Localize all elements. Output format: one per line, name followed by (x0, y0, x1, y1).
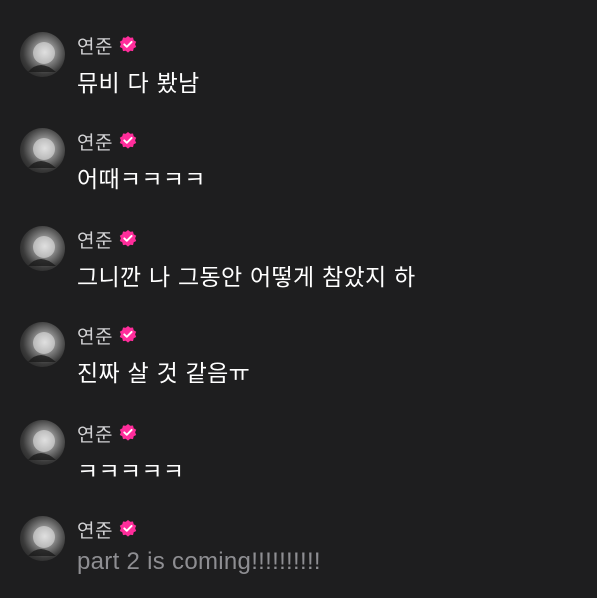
message-item: 연준 part 2 is coming!!!!!!!!!! (20, 516, 580, 596)
verified-badge-icon (119, 424, 137, 441)
author-name[interactable]: 연준 (77, 32, 113, 59)
profile-photo-icon (28, 430, 56, 460)
profile-photo-icon (28, 138, 56, 168)
avatar[interactable] (20, 516, 65, 561)
avatar[interactable] (20, 420, 65, 465)
avatar[interactable] (20, 226, 65, 271)
message-text: 어때ㅋㅋㅋㅋ (77, 167, 206, 193)
message-text: 진짜 살 것 같음ㅠ (77, 361, 251, 387)
profile-photo-icon (28, 42, 56, 72)
avatar[interactable] (20, 322, 65, 367)
profile-photo-icon (28, 332, 56, 362)
message-item: 연준 진짜 살 것 같음ㅠ (20, 322, 580, 402)
profile-photo-icon (28, 526, 56, 556)
message-feed: 연준 뮤비 다 봤남 연준 어때ㅋㅋㅋㅋ 연준 그니깐 나 그동안 어떻게 참았… (0, 0, 597, 598)
message-item: 연준 ㅋㅋㅋㅋㅋ (20, 420, 580, 500)
message-item: 연준 뮤비 다 봤남 (20, 32, 580, 112)
message-text: 뮤비 다 봤남 (77, 71, 200, 97)
author-name[interactable]: 연준 (77, 226, 113, 253)
message-item: 연준 어때ㅋㅋㅋㅋ (20, 128, 580, 208)
message-text: part 2 is coming!!!!!!!!!! (77, 548, 321, 575)
message-text: ㅋㅋㅋㅋㅋ (77, 459, 185, 485)
message-item: 연준 그니깐 나 그동안 어떻게 참았지 하 (20, 226, 580, 306)
author-name[interactable]: 연준 (77, 420, 113, 447)
profile-photo-icon (28, 236, 56, 266)
message-text: 그니깐 나 그동안 어떻게 참았지 하 (77, 265, 416, 291)
avatar[interactable] (20, 32, 65, 77)
author-name[interactable]: 연준 (77, 516, 113, 543)
author-name[interactable]: 연준 (77, 322, 113, 349)
verified-badge-icon (119, 132, 137, 149)
avatar[interactable] (20, 128, 65, 173)
verified-badge-icon (119, 520, 137, 537)
verified-badge-icon (119, 326, 137, 343)
verified-badge-icon (119, 230, 137, 247)
verified-badge-icon (119, 36, 137, 53)
author-name[interactable]: 연준 (77, 128, 113, 155)
